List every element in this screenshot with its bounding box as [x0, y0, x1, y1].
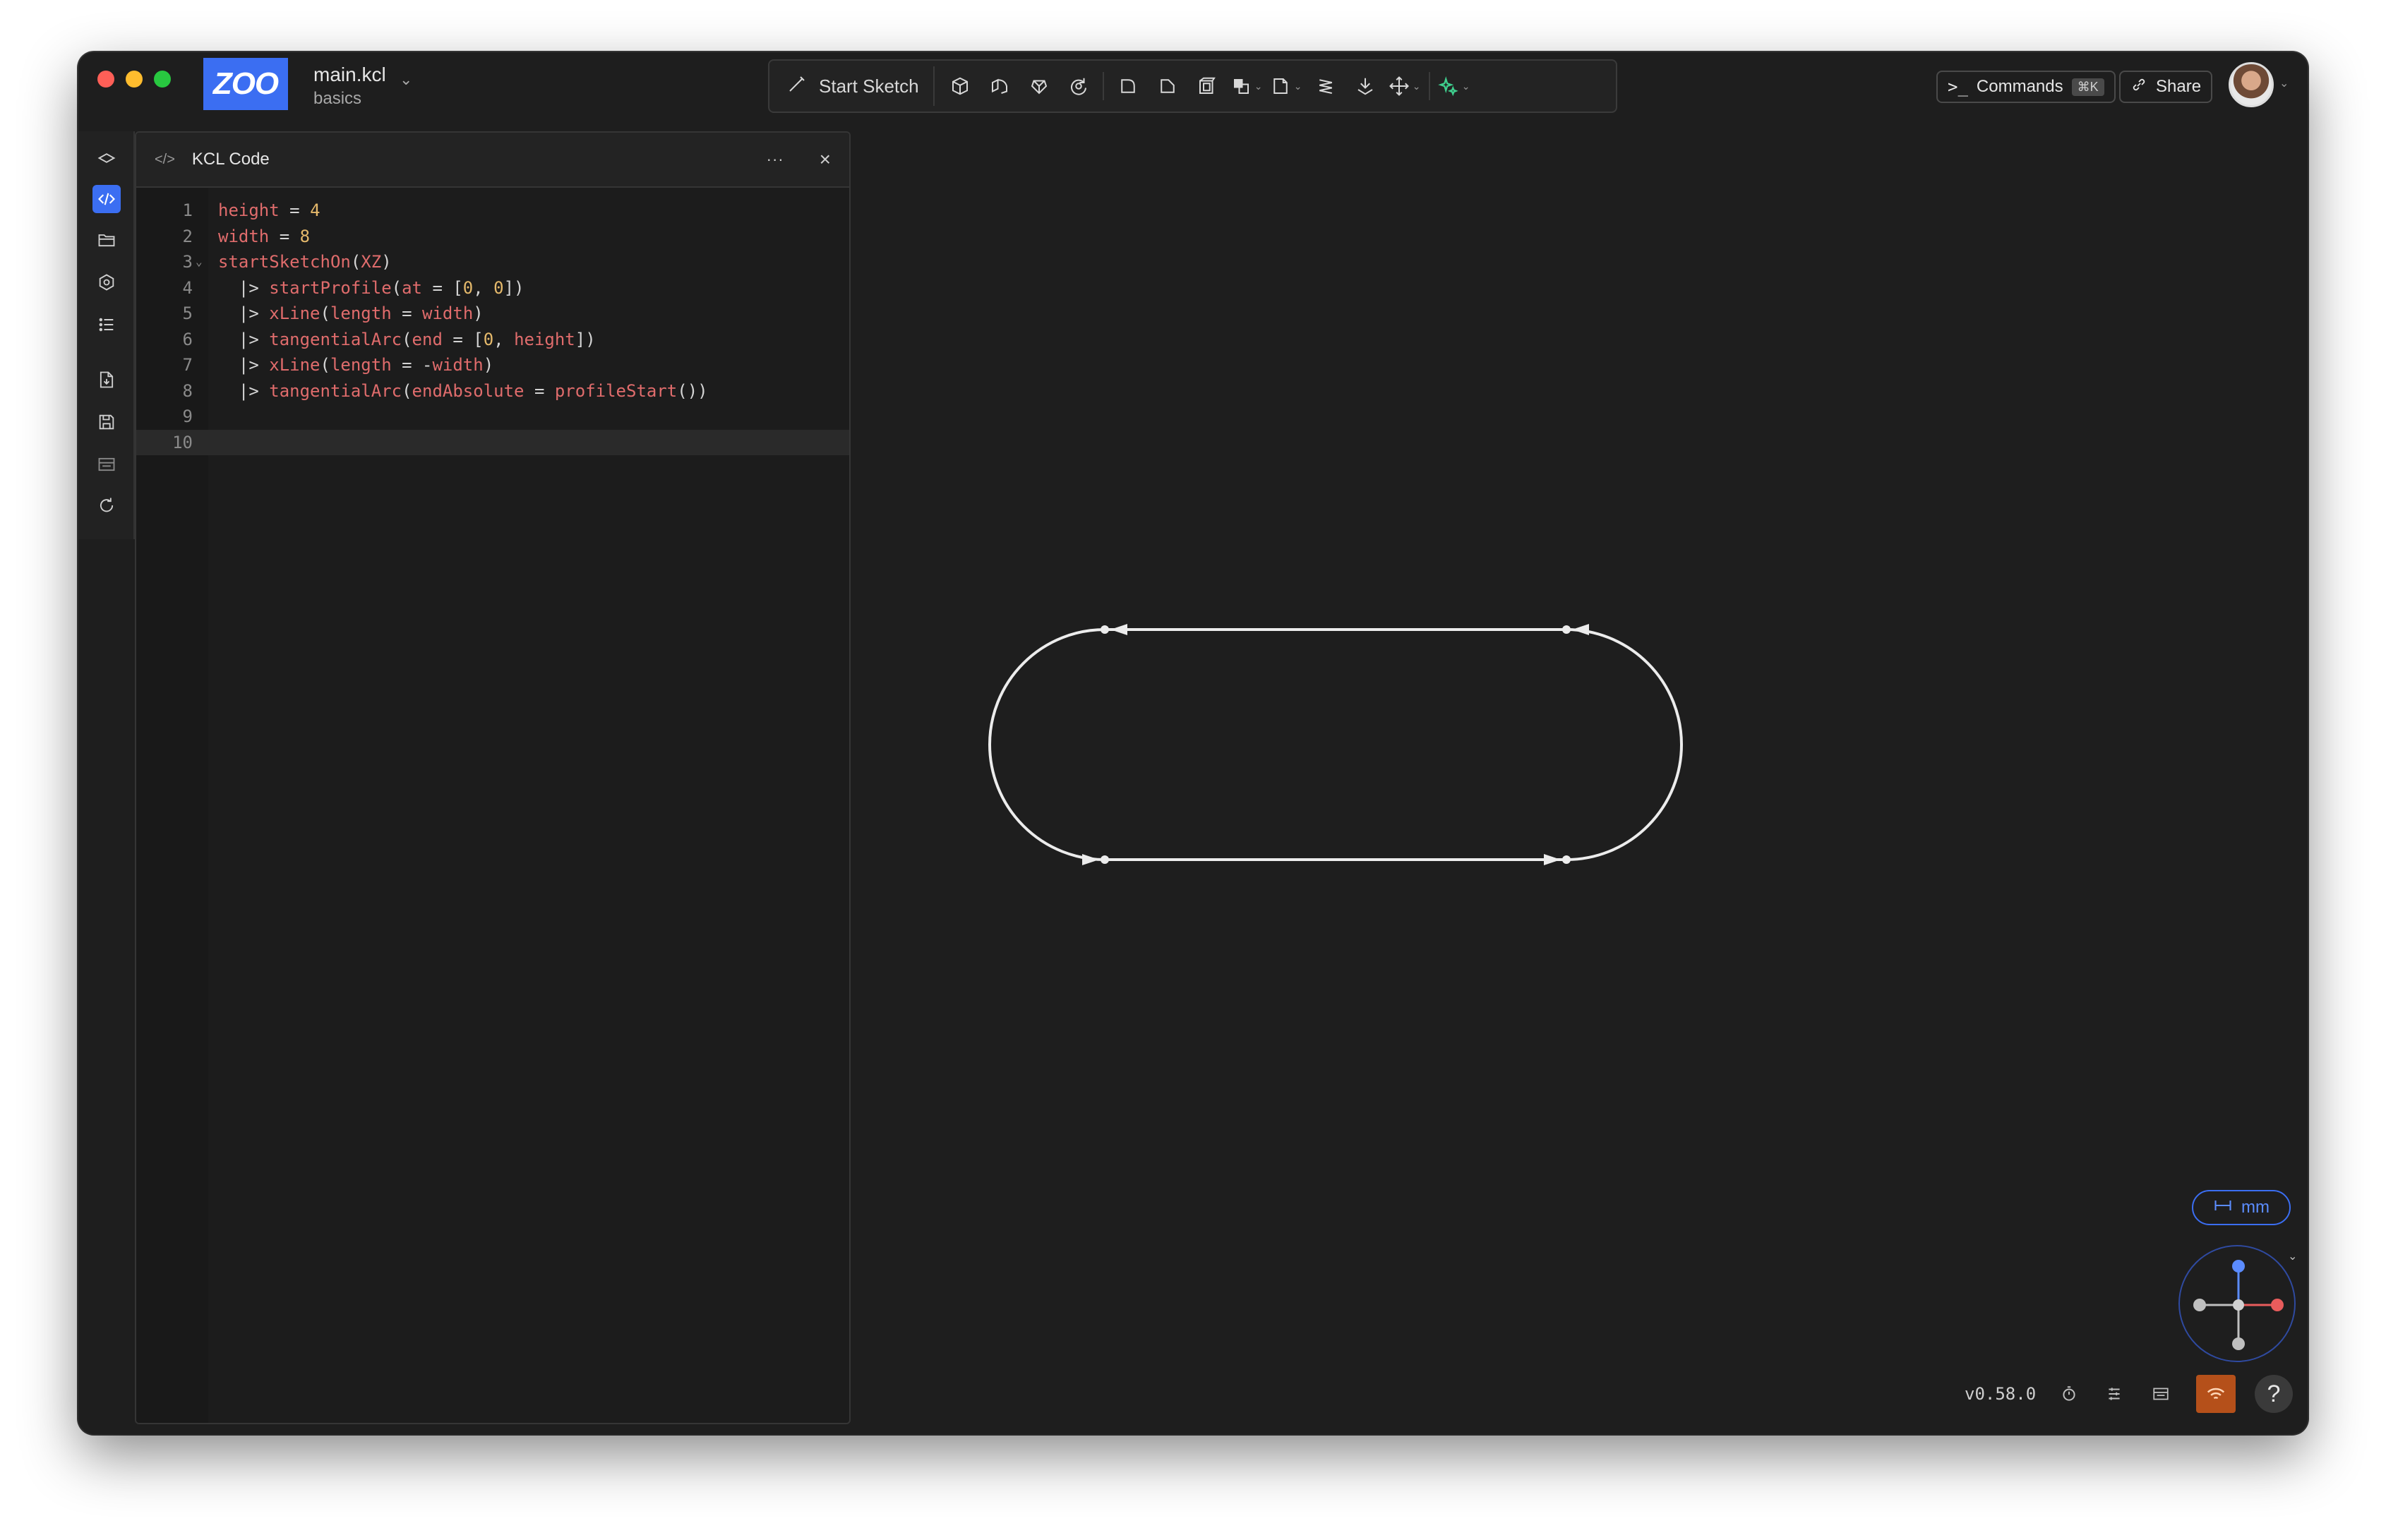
direction-arrow — [1110, 624, 1127, 635]
sketch-profile[interactable] — [988, 628, 1683, 861]
axis-neg-y-handle[interactable] — [2232, 1337, 2245, 1350]
axis-origin — [2233, 1299, 2244, 1311]
segment-handle[interactable] — [1562, 625, 1571, 634]
axis-y-handle[interactable] — [2232, 1260, 2245, 1273]
ruler-icon — [2213, 1196, 2233, 1220]
view-gizmo[interactable] — [2178, 1245, 2296, 1362]
screen: ZOO main.kcl basics ⌄ Start Sketch ⌄ ⌄ ⌄… — [0, 0, 2386, 1540]
sliders-icon[interactable] — [2100, 1380, 2128, 1408]
units-label: mm — [2241, 1198, 2270, 1217]
direction-arrow — [1082, 854, 1099, 865]
version-label: v0.58.0 — [1965, 1384, 2037, 1404]
segment-handle[interactable] — [1562, 855, 1571, 864]
segment-handles[interactable] — [1082, 624, 1589, 865]
chevron-down-icon[interactable]: ⌄ — [2288, 1249, 2297, 1263]
direction-arrow — [1572, 624, 1589, 635]
axis-neg-x-handle[interactable] — [2193, 1299, 2206, 1311]
segment-handle[interactable] — [1101, 625, 1109, 634]
direction-arrow — [1544, 854, 1561, 865]
keyboard-icon[interactable] — [2147, 1380, 2175, 1408]
app-window: ZOO main.kcl basics ⌄ Start Sketch ⌄ ⌄ ⌄… — [78, 52, 2308, 1434]
help-button[interactable]: ? — [2255, 1375, 2293, 1413]
status-icons — [2055, 1375, 2175, 1413]
sketch-viewport[interactable] — [78, 52, 2308, 1434]
network-status-icon[interactable] — [2196, 1375, 2236, 1413]
stopwatch-icon[interactable] — [2055, 1380, 2083, 1408]
axis-x-handle[interactable] — [2271, 1299, 2284, 1311]
profile-start-handle[interactable] — [1101, 855, 1109, 864]
units-button[interactable]: mm — [2192, 1190, 2291, 1225]
